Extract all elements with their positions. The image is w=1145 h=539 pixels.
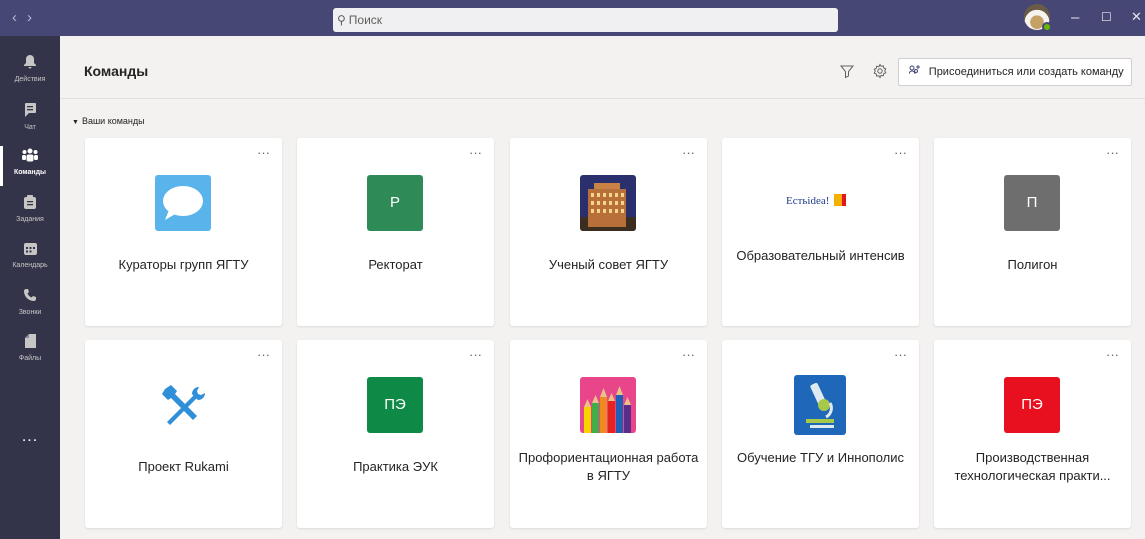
team-name: Ректорат	[368, 257, 423, 272]
more-options-icon[interactable]: ···	[894, 347, 907, 362]
search-icon: ⚲	[337, 13, 346, 27]
history-nav: ‹›	[12, 9, 42, 26]
team-name: Полигон	[1007, 257, 1058, 272]
more-options-icon[interactable]: ···	[894, 145, 907, 160]
team-card[interactable]: ··· Ученый совет ЯГТУ	[510, 138, 707, 326]
team-card[interactable]: ··· ПЭ Производственная технологическая …	[934, 340, 1131, 528]
emblem-text: Естьidea!	[786, 195, 830, 207]
team-monogram: Р	[389, 194, 400, 211]
team-logo-speech-bubble	[155, 175, 211, 231]
caret-down-icon: ▼	[72, 119, 79, 126]
join-or-create-team-button[interactable]: Присоединиться или создать команду	[898, 58, 1132, 86]
more-options-icon[interactable]: ···	[257, 145, 270, 160]
team-card[interactable]: ··· Профориентационная работа в ЯГТУ	[510, 340, 707, 528]
team-card[interactable]: ··· ПЭ Практика ЭУК	[297, 340, 494, 528]
phone-icon	[0, 288, 60, 306]
page-header: Команды Присоединиться или создать коман…	[60, 36, 1145, 99]
more-options-icon[interactable]: ···	[257, 347, 270, 362]
back-arrow-icon[interactable]: ‹	[12, 9, 27, 26]
emblem-mark-icon	[842, 194, 846, 206]
team-name: Практика ЭУК	[353, 459, 438, 474]
team-logo-building-photo	[580, 175, 636, 231]
maximize-icon[interactable]: ☐	[1101, 10, 1112, 24]
rail-label: Чат	[24, 124, 36, 131]
more-options-icon[interactable]: ···	[682, 145, 695, 160]
bell-icon	[0, 55, 60, 73]
more-options-icon[interactable]: ···	[469, 145, 482, 160]
search-input[interactable]: ⚲ Поиск	[333, 8, 838, 32]
team-logo-emblem: Естьidea!	[782, 175, 858, 231]
team-name: Ученый совет ЯГТУ	[548, 257, 669, 272]
add-team-icon	[908, 65, 924, 78]
team-name: Профориентационная работа в ЯГТУ	[518, 450, 699, 483]
more-options-icon[interactable]: ···	[1106, 347, 1119, 362]
filter-icon[interactable]	[839, 63, 855, 79]
close-icon[interactable]: ✕	[1131, 9, 1142, 25]
more-options-icon[interactable]: ···	[469, 347, 482, 362]
assignments-icon	[0, 195, 60, 213]
gear-icon[interactable]	[872, 63, 888, 79]
team-monogram: ПЭ	[1021, 396, 1043, 413]
team-logo-letter: ПЭ	[1004, 377, 1060, 433]
join-button-label: Присоединиться или создать команду	[928, 66, 1124, 78]
rail-item-calls[interactable]: Звонки	[0, 284, 60, 328]
team-card[interactable]: ··· Естьidea! Образовательный интенсив	[722, 138, 919, 326]
microscope-icon	[806, 382, 834, 428]
team-logo-letter: П	[1004, 175, 1060, 231]
chat-icon	[0, 103, 60, 121]
team-name: Обучение ТГУ и Иннополис	[736, 450, 905, 465]
team-monogram: ПЭ	[384, 396, 406, 413]
your-teams-toggle[interactable]: ▼ Ваши команды	[72, 116, 145, 126]
team-logo-microscope	[794, 375, 846, 435]
more-apps-icon[interactable]: ...	[0, 428, 60, 446]
files-icon	[0, 334, 60, 352]
team-logo-pencils-photo	[580, 377, 636, 433]
page-title: Команды	[84, 63, 149, 79]
rail-label: Команды	[13, 169, 47, 176]
rail-item-teams[interactable]: Команды	[0, 144, 60, 188]
rail-item-files[interactable]: Файлы	[0, 330, 60, 374]
more-options-icon[interactable]: ···	[1106, 145, 1119, 160]
team-logo-letter: ПЭ	[367, 377, 423, 433]
team-card[interactable]: ··· П Полигон	[934, 138, 1131, 326]
rail-item-chat[interactable]: Чат	[0, 99, 60, 143]
team-card[interactable]: ··· Кураторы групп ЯГТУ	[85, 138, 282, 326]
team-card[interactable]: ··· Проект Rukami	[85, 340, 282, 528]
rail-label: Календарь	[12, 262, 48, 269]
app-rail: Действия Чат Команды Задания Календарь З…	[0, 36, 60, 539]
rail-item-assignments[interactable]: Задания	[0, 191, 60, 235]
team-name: Проект Rukami	[138, 459, 229, 474]
minimize-icon[interactable]: –	[1071, 9, 1079, 26]
team-monogram: П	[1026, 194, 1038, 211]
rail-label: Действия	[14, 76, 46, 83]
presence-status-icon	[1042, 22, 1052, 32]
rail-item-activity[interactable]: Действия	[0, 51, 60, 95]
rail-label: Звонки	[18, 309, 42, 316]
more-options-icon[interactable]: ···	[682, 347, 695, 362]
team-name: Производственная технологическая практи.…	[954, 450, 1111, 483]
team-name: Кураторы групп ЯГТУ	[118, 257, 249, 272]
section-label: Ваши команды	[81, 116, 145, 126]
emblem-block-icon	[834, 194, 842, 206]
team-card[interactable]: ··· Р Ректорат	[297, 138, 494, 326]
rail-item-calendar[interactable]: Календарь	[0, 237, 60, 281]
title-bar: ‹› ⚲ Поиск – ☐ ✕	[0, 0, 1145, 36]
calendar-icon	[0, 241, 60, 259]
team-logo-tools	[155, 377, 211, 433]
tools-icon	[162, 385, 205, 425]
rail-label: Задания	[16, 216, 44, 223]
rail-label: Файлы	[18, 355, 42, 362]
team-name: Образовательный интенсив	[736, 248, 905, 263]
team-logo-letter: Р	[367, 175, 423, 231]
forward-arrow-icon[interactable]: ›	[27, 9, 42, 26]
search-placeholder: Поиск	[348, 13, 383, 27]
teams-icon	[0, 148, 60, 166]
team-card[interactable]: ··· Обучение ТГУ и Иннополис	[722, 340, 919, 528]
